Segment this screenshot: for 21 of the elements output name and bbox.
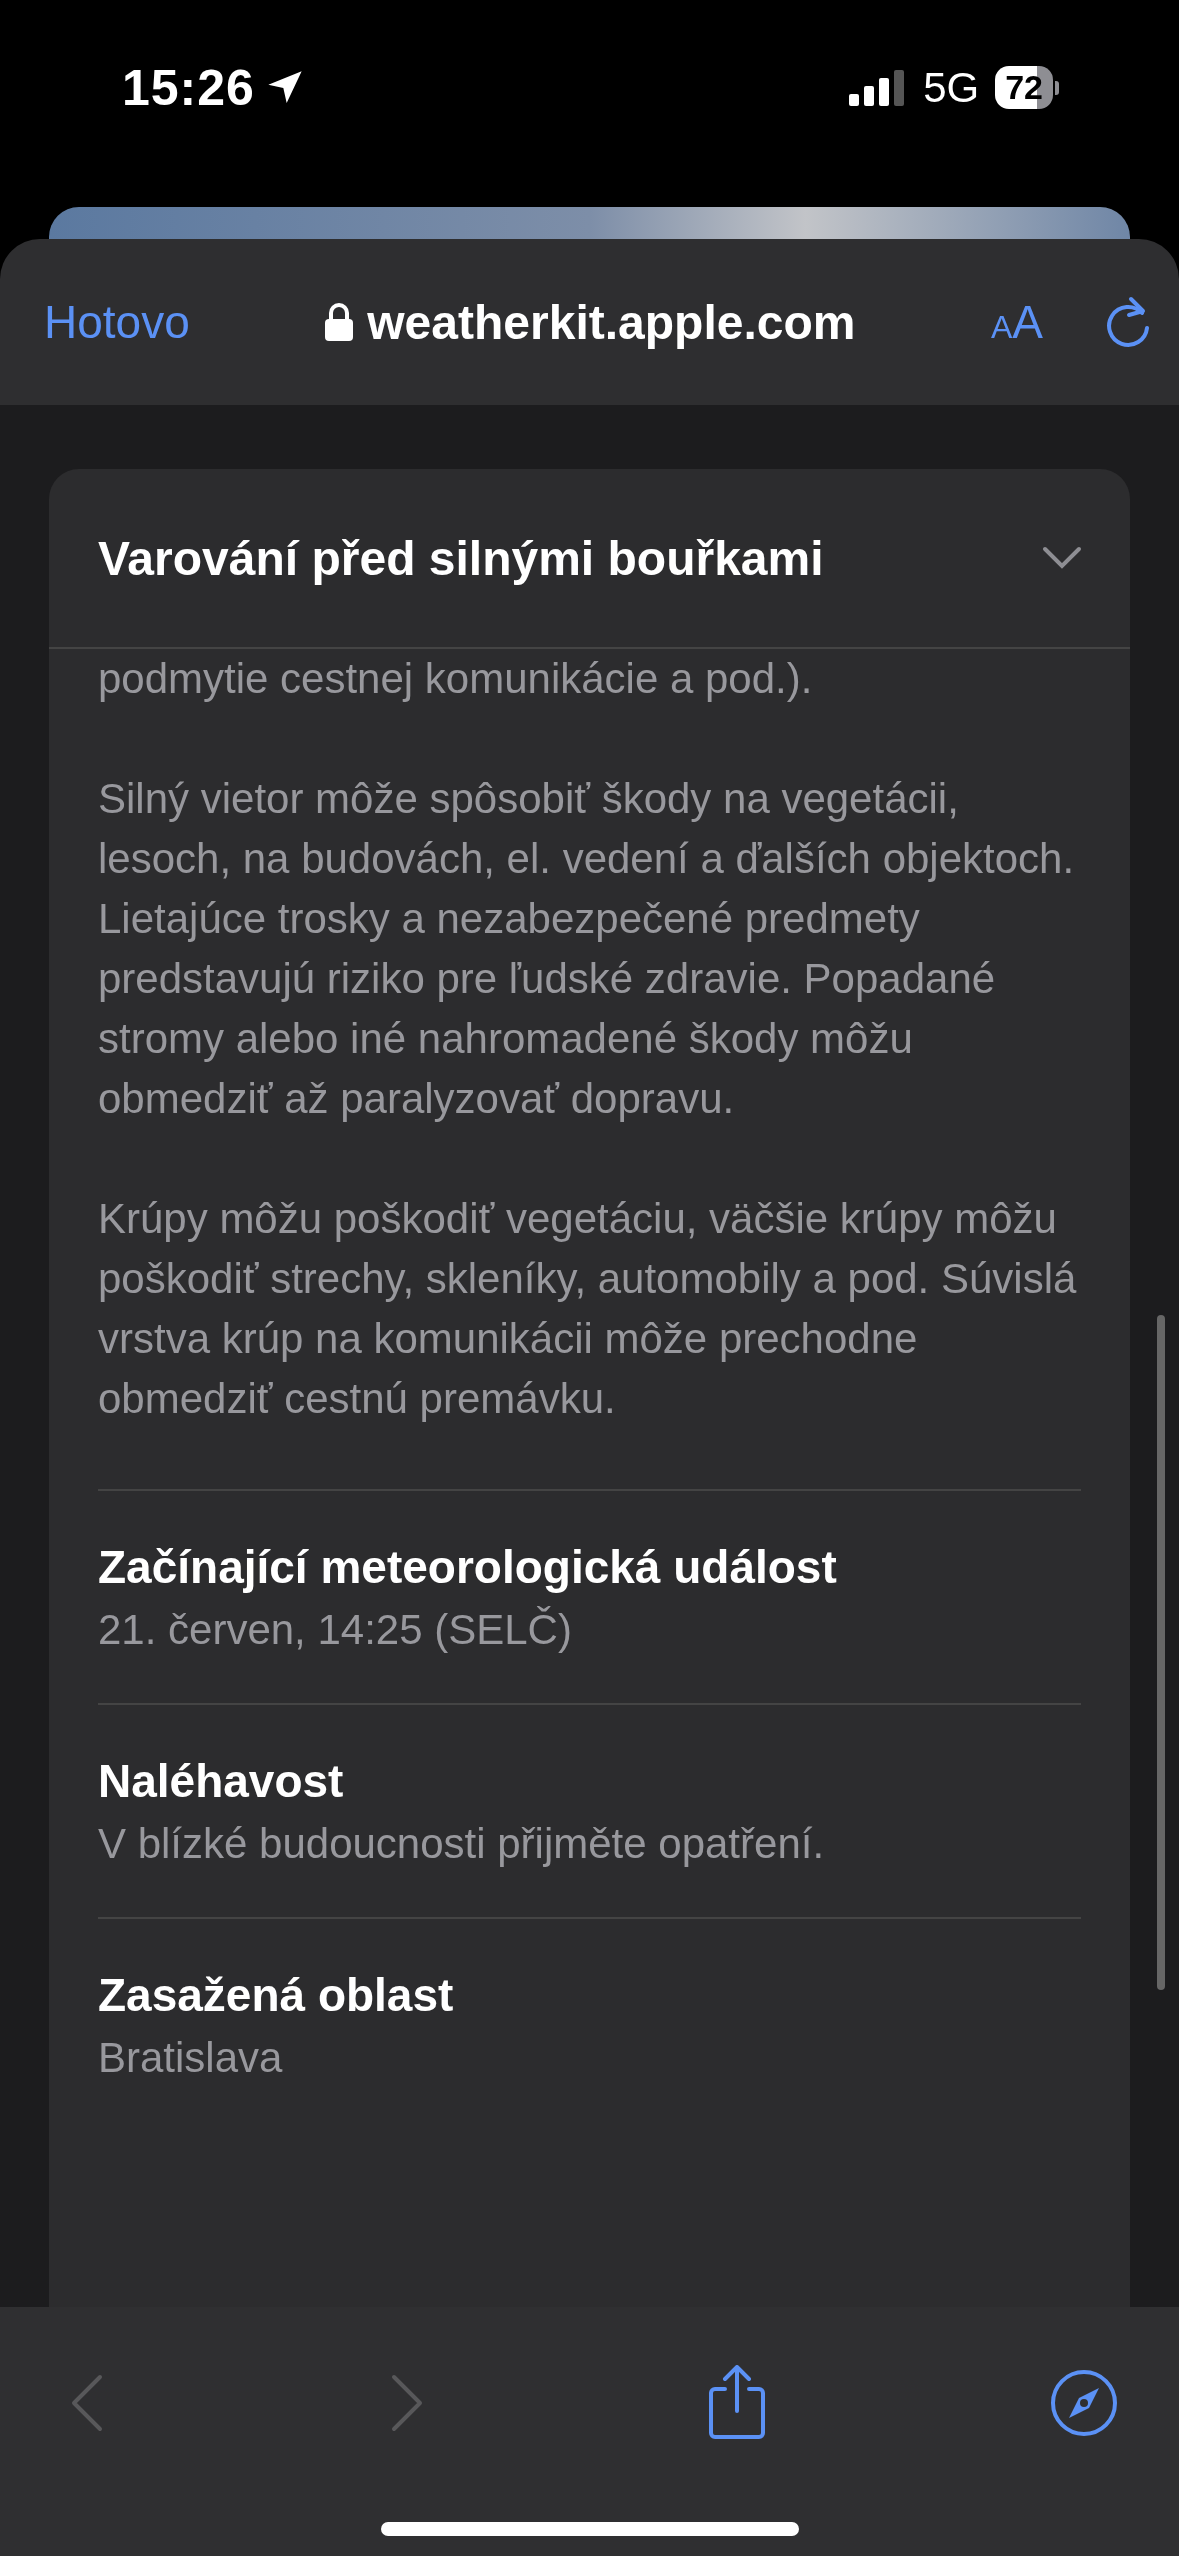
- detail-label: Naléhavost: [98, 1754, 345, 1809]
- compass-icon[interactable]: [1049, 2368, 1119, 2438]
- detail-value: V blízké budoucnosti přijměte opatření.: [98, 1819, 826, 1869]
- battery-level: 72: [995, 66, 1053, 109]
- done-button[interactable]: Hotovo: [44, 295, 190, 349]
- detail-value: 21. červen, 14:25 (SELČ): [98, 1605, 573, 1655]
- network-label: 5G: [923, 63, 980, 112]
- alert-paragraph: Krúpy môžu poškodiť vegetáciu, väčšie krúpy môžu poškodiť strechy, skleníky, automobily a pod. Súvislá vrstva krúp na komunikácii môže prechodne obmedziť cestnú premávku.: [98, 1194, 1078, 1424]
- text-size-button[interactable]: AA: [990, 295, 1043, 349]
- detail-value: Bratislava: [98, 2033, 284, 2083]
- alert-paragraph: podmytie cestnej komunikácie a pod.).: [98, 654, 814, 704]
- time: 15:26: [122, 58, 255, 117]
- alert-title: Varování před silnými bouřkami: [98, 530, 825, 586]
- lock-icon: [325, 303, 354, 341]
- alert-paragraph: Silný vietor môže spôsobiť škody na vegetácii, lesoch, na budovách, el. vedení a ďalších objektoch. Lietajúce trosky a nezabezpečené predmety predstavujú riziko pre ľudské zdravie. Popadané stromy alebo iné nahromadené škody môžu obmedziť až paralyzovať dopravu.: [98, 774, 1076, 1124]
- chevron-down-icon[interactable]: [1042, 546, 1082, 570]
- share-icon[interactable]: [706, 2365, 767, 2441]
- url-text[interactable]: weatherkit.apple.com: [367, 294, 856, 350]
- detail-label: Začínající meteorologická událost: [98, 1540, 838, 1595]
- detail-label: Zasažená oblast: [98, 1968, 455, 2023]
- signal-icon: [849, 69, 906, 106]
